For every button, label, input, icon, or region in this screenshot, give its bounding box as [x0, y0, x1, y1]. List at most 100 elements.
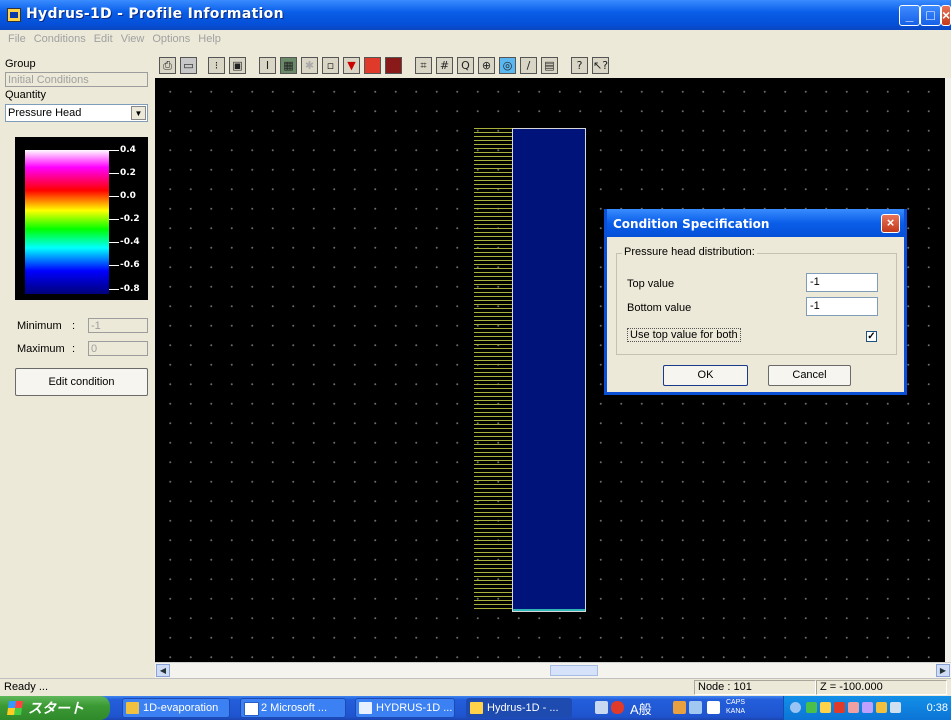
tray-expand-icon[interactable]	[790, 702, 801, 713]
dialog-close-button[interactable]: ×	[881, 214, 900, 233]
zoom-window-icon[interactable]: ▣	[229, 57, 246, 74]
use-top-checkbox[interactable]: ✓	[866, 331, 877, 342]
minimum-sep: :	[72, 320, 76, 332]
condition-dialog: Condition Specification × Pressure head …	[604, 209, 907, 395]
top-value-label: Top value	[627, 278, 675, 290]
dialog-title: Condition Specification	[613, 217, 770, 231]
toolbar: ⎙ ▭ ⁝ ▣ Ⅰ ▦ ✱ ▫ ▼ ⌗ # Q ⊕ ◎ / ▤ ? ↖?	[155, 48, 951, 78]
help-icon[interactable]: ?	[571, 57, 588, 74]
bottom-value-label: Bottom value	[627, 302, 692, 314]
minimize-button[interactable]: _	[899, 5, 920, 26]
tray-icon[interactable]	[876, 702, 887, 713]
grid-icon[interactable]: #	[436, 57, 453, 74]
group-field[interactable]: Initial Conditions	[5, 72, 148, 87]
fit-icon[interactable]: ⌗	[415, 57, 432, 74]
tray-icon[interactable]	[806, 702, 817, 713]
maximum-sep: :	[72, 343, 76, 355]
tray-icon[interactable]	[890, 702, 901, 713]
status-bar: Ready ... Node : 101 Z = -100.000	[0, 678, 951, 696]
task-hydrus-1d[interactable]: HYDRUS-1D ...	[355, 698, 455, 718]
scroll-left-icon[interactable]: ◀	[156, 664, 170, 677]
maximum-field[interactable]: 0	[88, 341, 148, 356]
material-icon[interactable]	[364, 57, 381, 74]
scroll-thumb[interactable]	[550, 665, 598, 676]
pressure-icon[interactable]: ▼	[343, 57, 360, 74]
tray-icon[interactable]	[834, 702, 845, 713]
print-icon[interactable]: ⎙	[159, 57, 176, 74]
taskbar: スタート 1D-evaporation 2 Microsoft ... HYDR…	[0, 696, 951, 720]
edit-condition-button[interactable]: Edit condition	[15, 368, 148, 396]
minimum-label: Minimum	[17, 320, 62, 332]
app-icon	[7, 8, 21, 22]
status-text: Ready ...	[4, 681, 49, 693]
legend-gradient	[25, 150, 109, 294]
cancel-button[interactable]: Cancel	[768, 365, 851, 386]
soil-profile-column[interactable]	[512, 128, 586, 612]
grid-dots-icon[interactable]: ⁝	[208, 57, 225, 74]
legend-tick: -0.2	[120, 214, 140, 224]
zoom-in-icon[interactable]: ⊕	[478, 57, 495, 74]
context-help-icon[interactable]: ↖?	[592, 57, 609, 74]
menu-edit[interactable]: Edit	[90, 30, 117, 48]
menu-conditions[interactable]: Conditions	[30, 30, 90, 48]
tray-icon[interactable]	[820, 702, 831, 713]
quantity-select-value: Pressure Head	[8, 107, 82, 119]
legend-tick: 0.4	[120, 145, 136, 155]
caps-kana-indicator: CAPS KANA	[726, 699, 746, 715]
dialog-title-bar: Condition Specification ×	[607, 209, 904, 237]
scroll-right-icon[interactable]: ▶	[936, 664, 950, 677]
legend-tick: 0.0	[120, 191, 136, 201]
menu-file[interactable]: File	[0, 30, 30, 48]
task-microsoft[interactable]: 2 Microsoft ...	[240, 698, 346, 718]
color-legend: 0.4 0.2 0.0 -0.2 -0.4 -0.6 -0.8	[15, 137, 148, 300]
ime-mode[interactable]: A般	[630, 699, 652, 718]
ok-button[interactable]: OK	[663, 365, 748, 386]
windows-flag-icon	[7, 701, 23, 715]
task-hydrus-profile[interactable]: Hydrus-1D - ...	[466, 698, 572, 718]
node-icon[interactable]: ▫	[322, 57, 339, 74]
window-title: Hydrus-1D - Profile Information	[26, 6, 284, 22]
system-tray: 0:38	[783, 696, 951, 720]
task-1d-evaporation[interactable]: 1D-evaporation	[122, 698, 230, 718]
tray-icon[interactable]	[848, 702, 859, 713]
minimum-field[interactable]: -1	[88, 318, 148, 333]
keyboard-icon[interactable]	[595, 701, 608, 714]
menu-view[interactable]: View	[117, 30, 149, 48]
quantity-label: Quantity	[5, 89, 46, 101]
start-button[interactable]: スタート	[0, 696, 110, 720]
top-value-input[interactable]: -1	[806, 273, 878, 292]
vertical-scrollbar[interactable]	[945, 78, 951, 662]
ime-icon[interactable]	[611, 701, 624, 714]
chevron-down-icon[interactable]: ▼	[131, 106, 146, 120]
close-button[interactable]: ×	[941, 5, 951, 26]
menu-help[interactable]: Help	[194, 30, 225, 48]
chart-icon[interactable]: ▤	[541, 57, 558, 74]
z-status: Z = -100.000	[816, 680, 947, 695]
save-icon[interactable]: ▭	[180, 57, 197, 74]
bottom-value-input[interactable]: -1	[806, 297, 878, 316]
tray-icon[interactable]	[862, 702, 873, 713]
clock[interactable]: 0:38	[927, 696, 948, 720]
ime-tool-icon[interactable]	[673, 701, 686, 714]
ime-help-icon[interactable]	[707, 701, 720, 714]
menu-options[interactable]: Options	[148, 30, 194, 48]
column-icon[interactable]: Ⅰ	[259, 57, 276, 74]
group-title: Pressure head distribution:	[622, 246, 757, 258]
legend-tick: -0.4	[120, 237, 140, 247]
title-bar: Hydrus-1D - Profile Information _ □ ×	[0, 0, 951, 30]
quantity-select[interactable]: Pressure Head ▼	[5, 104, 148, 122]
maximum-label: Maximum	[17, 343, 65, 355]
layer-icon[interactable]	[385, 57, 402, 74]
observation-icon[interactable]: ✱	[301, 57, 318, 74]
profile-mesh	[474, 128, 512, 612]
maximize-button[interactable]: □	[920, 5, 941, 26]
horizontal-scrollbar[interactable]: ◀ ▶	[155, 662, 951, 678]
group-label: Group	[5, 58, 36, 70]
pen-icon[interactable]: /	[520, 57, 537, 74]
refresh-icon[interactable]: ◎	[499, 57, 516, 74]
menu-bar: File Conditions Edit View Options Help	[0, 30, 951, 48]
fill-icon[interactable]: ▦	[280, 57, 297, 74]
use-top-label[interactable]: Use top value for both	[627, 328, 741, 342]
zoom-icon[interactable]: Q	[457, 57, 474, 74]
ime-pad-icon[interactable]	[689, 701, 702, 714]
